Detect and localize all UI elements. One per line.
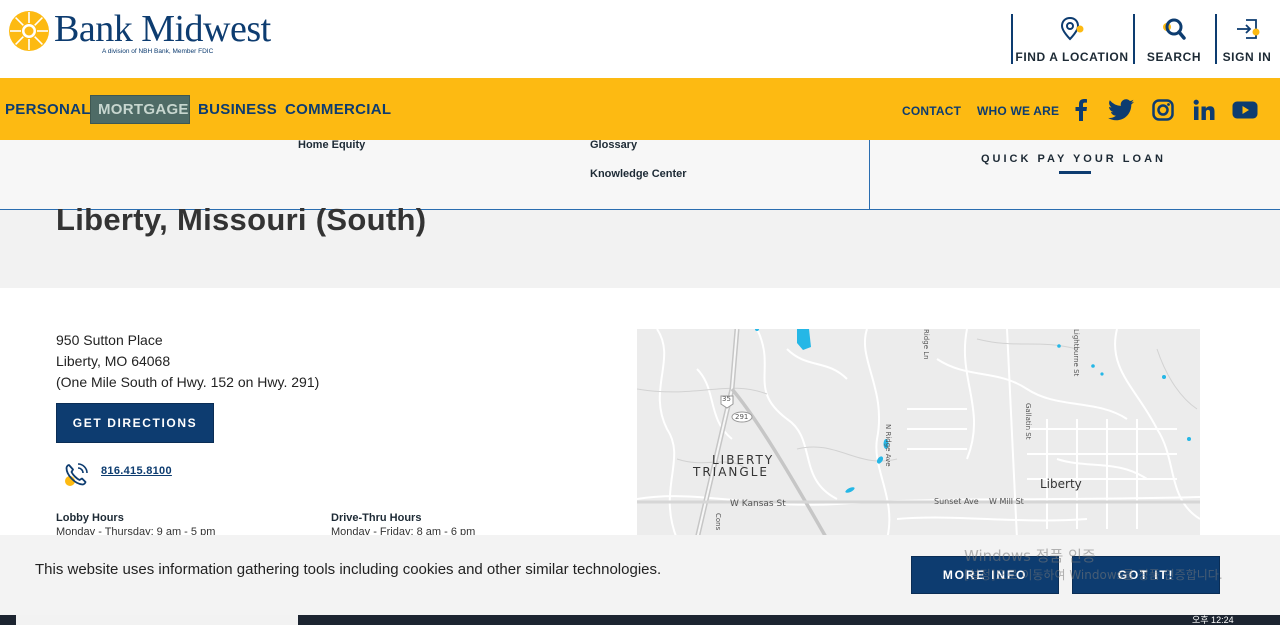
divider [1011, 14, 1013, 64]
phone-icon [65, 463, 88, 486]
sign-in-link[interactable]: SIGN IN [1220, 14, 1274, 64]
page-title: Liberty, Missouri (South) [56, 202, 427, 237]
sign-in-icon [1237, 19, 1260, 39]
phone-number-link[interactable]: 816.415.8100 [101, 465, 172, 477]
location-map[interactable]: 35 291 LIBERTY TRIANGLE Liberty W Kansas… [637, 329, 1200, 539]
mortgage-dropdown: Home Equity Glossary Knowledge Center QU… [0, 139, 1280, 210]
nav-mortgage-label: MORTGAGE [98, 101, 189, 118]
map-roads [637, 329, 1200, 539]
map-label-ridge-ln: Ridge Ln [922, 329, 930, 360]
nav-mortgage[interactable]: MORTGAGE [90, 95, 190, 124]
nav-business[interactable]: BUSINESS [198, 101, 277, 118]
nav-commercial[interactable]: COMMERCIAL [285, 101, 391, 118]
nav-personal[interactable]: PERSONAL [5, 101, 91, 118]
divider [1133, 14, 1135, 64]
map-label-ridge-ave: N Ridge Ave [884, 424, 892, 467]
dropdown-link-knowledge-center[interactable]: Knowledge Center [590, 168, 687, 180]
map-label-liberty-triangle-2: TRIANGLE [693, 465, 769, 479]
windows-activation-message: [설정]으로 이동하여 Windows를 정품 인증합니다. [964, 568, 1223, 582]
map-label-liberty: Liberty [1040, 477, 1082, 491]
taskbar-clock: 오후 12:24 [1192, 615, 1234, 625]
map-interstate-35: 35 [722, 395, 731, 403]
drive-thru-hours-heading: Drive-Thru Hours [331, 512, 422, 524]
address-note: (One Mile South of Hwy. 152 on Hwy. 291) [56, 374, 320, 390]
instagram-icon[interactable] [1149, 96, 1177, 124]
divider [869, 140, 870, 210]
lobby-hours-heading: Lobby Hours [56, 512, 124, 524]
sign-in-label: SIGN IN [1222, 50, 1272, 64]
youtube-icon[interactable] [1231, 96, 1259, 124]
facebook-icon[interactable] [1067, 96, 1095, 124]
cookie-banner: This website uses information gathering … [0, 535, 1280, 615]
map-label-sunset-ave: Sunset Ave [934, 497, 979, 506]
taskbar-search-box[interactable] [16, 615, 298, 625]
bank-logo[interactable]: Bank Midwest A division of NBH Bank, Mem… [8, 10, 271, 55]
twitter-icon[interactable] [1107, 96, 1135, 124]
search-label: SEARCH [1146, 50, 1202, 64]
taskbar: 오후 12:24 [0, 615, 1280, 625]
divider [1215, 14, 1217, 64]
address-street: 950 Sutton Place [56, 332, 163, 348]
map-highway-291: 291 [735, 413, 749, 421]
map-label-mill-st: W Mill St [989, 497, 1024, 506]
location-pin-icon [1060, 16, 1084, 41]
windows-activation-title: Windows 정품 인증 [964, 547, 1096, 565]
get-directions-label: GET DIRECTIONS [72, 416, 198, 430]
nav-who-we-are[interactable]: WHO WE ARE [977, 104, 1059, 118]
map-label-gallatin-st: Gallatin St [1024, 403, 1032, 440]
title-band: Liberty, Missouri (South) [0, 202, 1280, 288]
quick-pay-link[interactable]: QUICK PAY YOUR LOAN [981, 153, 1166, 165]
address-city: Liberty, MO 64068 [56, 353, 171, 369]
nav-contact[interactable]: CONTACT [902, 104, 961, 118]
site-header: Bank Midwest A division of NBH Bank, Mem… [0, 0, 1280, 78]
quick-pay-underline [1059, 171, 1091, 174]
brand-tagline: A division of NBH Bank, Member FDIC [102, 48, 214, 55]
search-icon [1163, 18, 1186, 40]
search-link[interactable]: SEARCH [1140, 14, 1208, 64]
brand-name: Bank Midwest [54, 8, 271, 50]
get-directions-button[interactable]: GET DIRECTIONS [56, 403, 214, 443]
find-location-link[interactable]: FIND A LOCATION [1015, 14, 1129, 64]
main-nav: PERSONAL MORTGAGE BUSINESS COMMERCIAL CO… [0, 78, 1280, 140]
dropdown-link-home-equity[interactable]: Home Equity [298, 139, 365, 151]
dropdown-link-glossary[interactable]: Glossary [590, 139, 637, 151]
find-location-label: FIND A LOCATION [1015, 50, 1129, 64]
linkedin-icon[interactable] [1190, 96, 1218, 124]
sun-logo-icon [9, 11, 49, 51]
map-label-cons: Cons [714, 513, 722, 531]
map-label-lightburne-st: Lightburne St [1072, 329, 1080, 377]
cookie-message: This website uses information gathering … [35, 561, 662, 578]
map-label-kansas-st: W Kansas St [730, 499, 786, 509]
